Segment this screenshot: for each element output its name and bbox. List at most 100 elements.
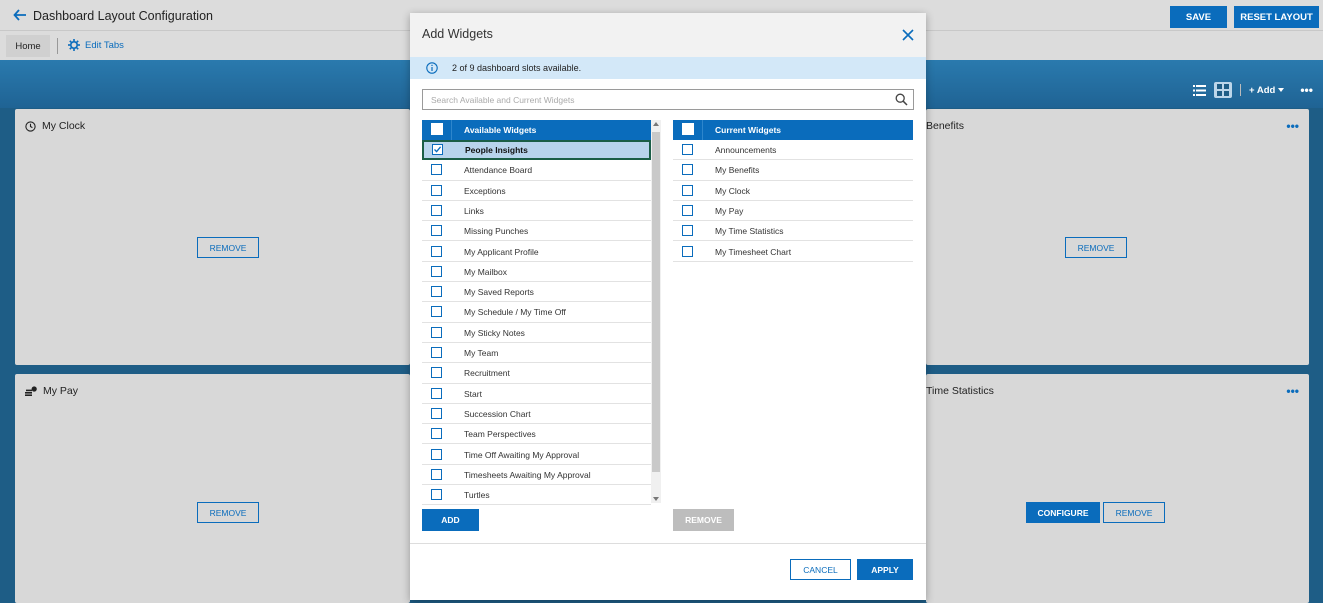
list-item-label: People Insights: [465, 145, 528, 155]
slots-available-text: 2 of 9 dashboard slots available.: [452, 63, 582, 73]
checkbox[interactable]: [682, 164, 693, 176]
checkbox[interactable]: [431, 306, 442, 318]
clock-icon: [25, 120, 36, 132]
list-item[interactable]: Time Off Awaiting My Approval: [422, 445, 651, 465]
checkbox[interactable]: [682, 245, 693, 257]
edit-tabs-link[interactable]: Edit Tabs: [68, 39, 124, 51]
card-title: Time Statistics: [926, 385, 994, 397]
list-item[interactable]: Announcements: [673, 140, 913, 161]
list-item[interactable]: My Applicant Profile: [422, 242, 651, 262]
list-item[interactable]: Links: [422, 201, 651, 222]
remove-widget-button[interactable]: REMOVE: [1103, 502, 1165, 523]
checkbox[interactable]: [431, 387, 442, 399]
checkbox[interactable]: [431, 164, 442, 176]
cancel-button[interactable]: CANCEL: [790, 559, 851, 580]
available-list-scrollbar[interactable]: [651, 120, 661, 503]
list-item[interactable]: People Insights: [422, 140, 651, 161]
list-item[interactable]: Team Perspectives: [422, 424, 651, 445]
tab-home[interactable]: Home: [6, 35, 50, 57]
current-widgets-header-label: Current Widgets: [715, 125, 782, 135]
list-item[interactable]: My Benefits: [673, 160, 913, 181]
remove-widget-button[interactable]: REMOVE: [197, 502, 259, 523]
checkbox[interactable]: [431, 265, 442, 277]
back-arrow-icon[interactable]: [13, 8, 27, 22]
configure-widget-button[interactable]: CONFIGURE: [1026, 502, 1100, 523]
list-item[interactable]: My Saved Reports: [422, 282, 651, 303]
card-title-label: Time Statistics: [926, 385, 994, 397]
list-item[interactable]: My Sticky Notes: [422, 323, 651, 343]
scroll-up-arrow-icon[interactable]: [653, 122, 659, 126]
remove-widget-button[interactable]: REMOVE: [1065, 237, 1127, 258]
card-title-label: My Pay: [43, 385, 79, 397]
list-item[interactable]: Succession Chart: [422, 404, 651, 425]
scroll-down-arrow-icon[interactable]: [653, 497, 659, 501]
list-item[interactable]: My Schedule / My Time Off: [422, 302, 651, 323]
list-item[interactable]: My Mailbox: [422, 262, 651, 283]
list-item-label: My Clock: [715, 185, 750, 196]
add-widget-button[interactable]: ADD: [422, 509, 479, 531]
list-item[interactable]: My Timesheet Chart: [673, 242, 913, 262]
checkbox[interactable]: [431, 347, 442, 358]
list-item-label: Missing Punches: [464, 226, 529, 237]
checkbox[interactable]: [431, 326, 442, 338]
grid-view-icon[interactable]: [1214, 82, 1232, 98]
gear-icon: [68, 39, 80, 51]
page-title: Dashboard Layout Configuration: [33, 9, 213, 23]
checkbox[interactable]: [431, 367, 442, 379]
list-item[interactable]: My Clock: [673, 181, 913, 201]
scroll-thumb[interactable]: [652, 132, 660, 472]
list-item[interactable]: Start: [422, 384, 651, 404]
list-item-label: My Benefits: [715, 165, 760, 176]
checkmark-icon: [434, 146, 442, 153]
list-item[interactable]: My Time Statistics: [673, 221, 913, 242]
list-item-label: My Saved Reports: [464, 287, 534, 298]
checkbox[interactable]: [431, 204, 442, 216]
available-widgets-header: Available Widgets: [422, 120, 651, 140]
checkbox[interactable]: [682, 225, 693, 237]
list-view-icon[interactable]: [1190, 82, 1208, 98]
list-item[interactable]: Turtles: [422, 485, 651, 506]
available-widgets-header-label: Available Widgets: [464, 125, 537, 135]
remove-widget-button[interactable]: REMOVE: [197, 237, 259, 258]
reset-layout-button[interactable]: RESET LAYOUT: [1234, 6, 1319, 28]
more-options-icon[interactable]: •••: [1286, 119, 1299, 133]
list-item[interactable]: Exceptions: [422, 181, 651, 201]
checkbox[interactable]: [431, 428, 442, 440]
select-all-available-checkbox[interactable]: [431, 123, 443, 135]
apply-button[interactable]: APPLY: [857, 559, 913, 580]
checkbox[interactable]: [682, 184, 693, 196]
list-item[interactable]: Missing Punches: [422, 221, 651, 242]
checkbox[interactable]: [431, 225, 442, 237]
close-icon[interactable]: [900, 27, 916, 43]
list-item-label: My Pay: [715, 205, 744, 216]
save-button[interactable]: SAVE: [1170, 6, 1227, 28]
card-title-label: My Clock: [42, 120, 86, 132]
list-item[interactable]: Timesheets Awaiting My Approval: [422, 465, 651, 486]
list-item-label: Links: [464, 205, 484, 216]
list-item[interactable]: Recruitment: [422, 363, 651, 384]
more-options-icon[interactable]: •••: [1286, 384, 1299, 398]
checkbox[interactable]: [431, 489, 442, 501]
header-divider: [702, 120, 703, 140]
checked-checkbox[interactable]: [432, 144, 443, 155]
checkbox[interactable]: [682, 144, 693, 155]
checkbox[interactable]: [431, 448, 442, 460]
list-item[interactable]: My Team: [422, 343, 651, 364]
tab-separator: [57, 38, 58, 54]
checkbox[interactable]: [431, 286, 442, 298]
remove-widget-button-disabled[interactable]: REMOVE: [673, 509, 734, 531]
add-widget-menu[interactable]: + Add: [1249, 85, 1285, 96]
checkbox[interactable]: [431, 184, 442, 196]
search-icon[interactable]: [895, 93, 908, 106]
list-item[interactable]: Attendance Board: [422, 160, 651, 181]
widget-search-input[interactable]: [431, 93, 881, 107]
more-options-icon[interactable]: •••: [1300, 83, 1313, 97]
list-item[interactable]: My Pay: [673, 201, 913, 222]
select-all-current-checkbox[interactable]: [682, 123, 694, 135]
dashboard-toolbar: + Add •••: [1190, 82, 1313, 98]
checkbox[interactable]: [682, 204, 693, 216]
checkbox[interactable]: [431, 468, 442, 480]
checkbox[interactable]: [431, 245, 442, 257]
checkbox[interactable]: [431, 407, 442, 419]
card-title-label: Benefits: [926, 120, 964, 132]
